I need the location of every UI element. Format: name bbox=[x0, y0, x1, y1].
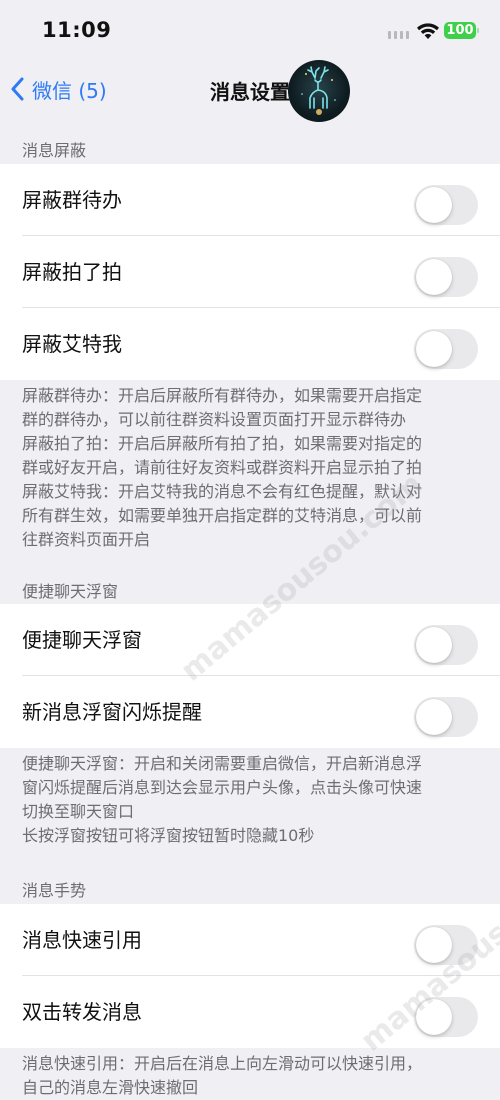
toggle-switch[interactable] bbox=[414, 697, 478, 737]
navigation-bar: 微信 (5) 消息设置 bbox=[0, 60, 500, 122]
footnote-line: 屏蔽艾特我：开启艾特我的消息不会有红色提醒，默认对 bbox=[22, 482, 423, 501]
toggle-switch[interactable] bbox=[414, 997, 478, 1037]
footnote-line: 便捷聊天浮窗：开启和关闭需要重启微信，开启新消息浮 bbox=[22, 754, 423, 773]
footnote-line: 所有群生效，如需要单独开启指定群的艾特消息，可以前 bbox=[22, 506, 423, 525]
footnote-line: 屏蔽拍了拍：开启后屏蔽所有拍了拍，如果需要对指定的 bbox=[22, 434, 423, 453]
battery-indicator: 100 bbox=[444, 22, 479, 39]
footnote-line: 往群资料页面开启 bbox=[22, 530, 151, 549]
setting-label: 双击转发消息 bbox=[22, 1000, 142, 1024]
toggle-knob bbox=[416, 259, 452, 295]
status-time: 11:09 bbox=[42, 18, 112, 42]
section-header-gesture: 消息手势 bbox=[22, 881, 87, 900]
status-bar: 11:09 100 bbox=[0, 0, 500, 60]
setting-label: 新消息浮窗闪烁提醒 bbox=[22, 700, 202, 724]
footnote-line: 自己的消息左滑快速撤回 bbox=[22, 1078, 199, 1097]
avatar[interactable] bbox=[288, 60, 350, 122]
deer-icon bbox=[301, 66, 336, 115]
toggle-knob bbox=[416, 699, 452, 735]
setting-label: 屏蔽拍了拍 bbox=[22, 260, 122, 284]
footnote-line: 屏蔽群待办：开启后屏蔽所有群待办，如果需要开启指定 bbox=[22, 386, 423, 405]
block-settings-group: 屏蔽群待办 屏蔽拍了拍 屏蔽艾特我 bbox=[0, 164, 500, 380]
section-header-block: 消息屏蔽 bbox=[22, 141, 87, 160]
block-footnote: 屏蔽群待办：开启后屏蔽所有群待办，如果需要开启指定 群的群待办，可以前往群资料设… bbox=[22, 384, 478, 552]
floating-settings-group: 便捷聊天浮窗 新消息浮窗闪烁提醒 bbox=[0, 604, 500, 748]
toggle-switch[interactable] bbox=[414, 329, 478, 369]
wifi-icon bbox=[417, 23, 439, 39]
toggle-knob bbox=[416, 187, 452, 223]
toggle-switch[interactable] bbox=[414, 257, 478, 297]
floating-footnote: 便捷聊天浮窗：开启和关闭需要重启微信，开启新消息浮 窗闪烁提醒后消息到达会显示用… bbox=[22, 752, 478, 848]
setting-label: 屏蔽艾特我 bbox=[22, 332, 122, 356]
setting-row-block-pat[interactable]: 屏蔽拍了拍 bbox=[0, 236, 500, 308]
cellular-signal-icon bbox=[388, 31, 410, 39]
toggle-knob bbox=[416, 627, 452, 663]
setting-label: 屏蔽群待办 bbox=[22, 188, 122, 212]
gesture-footnote: 消息快速引用：开启后在消息上向左滑动可以快速引用， 自己的消息左滑快速撤回 bbox=[22, 1052, 478, 1100]
setting-row-block-mention[interactable]: 屏蔽艾特我 bbox=[0, 308, 500, 380]
footnote-line: 群或好友开启，请前往好友资料或群资料开启显示拍了拍 bbox=[22, 458, 423, 477]
page-title: 消息设置 bbox=[210, 80, 290, 104]
footnote-line: 群的群待办，可以前往群资料设置页面打开显示群待办 bbox=[22, 410, 407, 429]
footnote-line: 消息快速引用：开启后在消息上向左滑动可以快速引用， bbox=[22, 1054, 423, 1073]
footnote-line: 长按浮窗按钮可将浮窗按钮暂时隐藏10秒 bbox=[22, 826, 315, 845]
toggle-switch[interactable] bbox=[414, 185, 478, 225]
setting-label: 消息快速引用 bbox=[22, 928, 142, 952]
gesture-settings-group: 消息快速引用 双击转发消息 bbox=[0, 904, 500, 1048]
toggle-knob bbox=[416, 999, 452, 1035]
footnote-line: 窗闪烁提醒后消息到达会显示用户头像，点击头像可快速 bbox=[22, 778, 423, 797]
toggle-switch[interactable] bbox=[414, 925, 478, 965]
toggle-switch[interactable] bbox=[414, 625, 478, 665]
toggle-knob bbox=[416, 331, 452, 367]
setting-row-double-tap-forward[interactable]: 双击转发消息 bbox=[0, 976, 500, 1048]
toggle-knob bbox=[416, 927, 452, 963]
footnote-line: 切换至聊天窗口 bbox=[22, 802, 135, 821]
setting-row-block-group-todo[interactable]: 屏蔽群待办 bbox=[0, 164, 500, 236]
setting-row-quick-quote[interactable]: 消息快速引用 bbox=[0, 904, 500, 976]
setting-row-floating-window[interactable]: 便捷聊天浮窗 bbox=[0, 604, 500, 676]
setting-label: 便捷聊天浮窗 bbox=[22, 628, 142, 652]
section-header-floating: 便捷聊天浮窗 bbox=[22, 582, 119, 601]
setting-row-floating-flash[interactable]: 新消息浮窗闪烁提醒 bbox=[0, 676, 500, 748]
